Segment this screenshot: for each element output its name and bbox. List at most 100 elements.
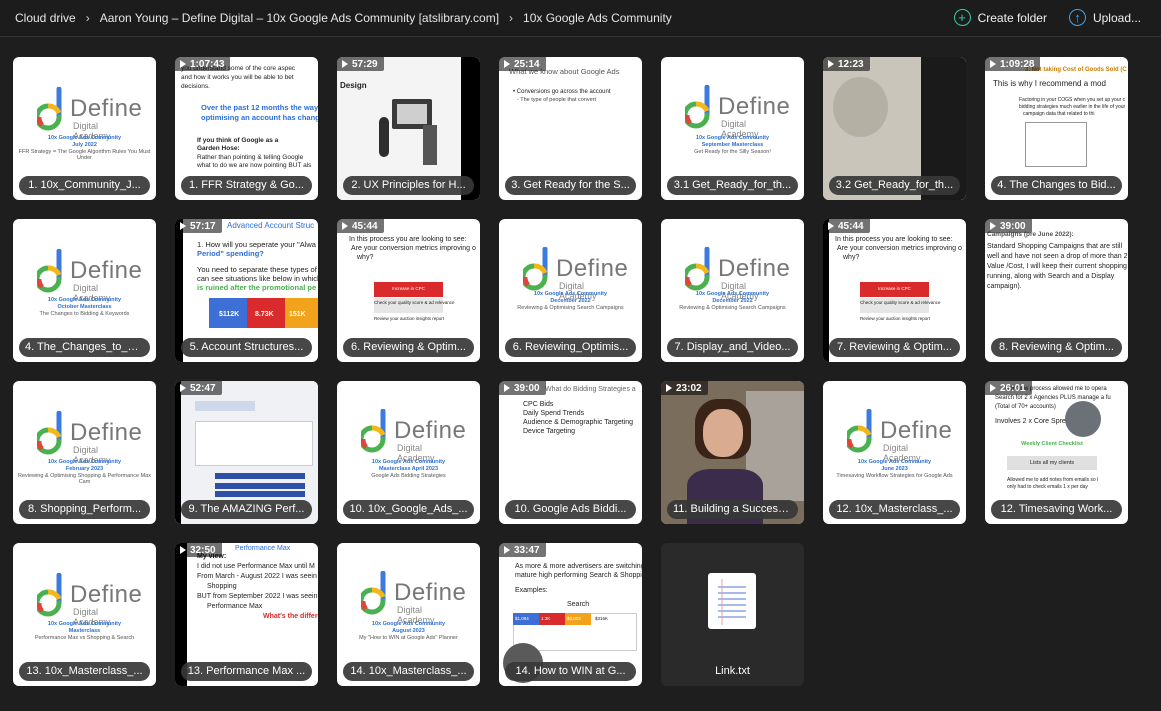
slide-caption: Masterclass April 2023 xyxy=(378,466,439,472)
file-tile[interactable]: Define Digital Academy 10x Google Ads Comm… xyxy=(499,219,642,362)
dashboard-header xyxy=(195,401,255,411)
file-tile[interactable]: Link.txt xyxy=(661,543,804,686)
file-tile[interactable]: Define Digital Academy 10x Google Ads Comm… xyxy=(337,543,480,686)
slide-caption: 10x Google Ads Community xyxy=(371,459,446,465)
dashboard-bar xyxy=(215,473,305,479)
slide-text: Garden Hose: xyxy=(197,145,240,152)
file-name: Link.txt xyxy=(715,665,750,677)
video-duration: 32:50 xyxy=(175,543,222,557)
text-file-icon xyxy=(708,573,756,629)
define-logo: Define Digital Academy xyxy=(37,573,142,627)
logo-wordmark: Define xyxy=(718,255,791,282)
video-duration: 45:44 xyxy=(337,219,384,233)
file-tile[interactable]: What do Bidding Strategies a CPC Bids Dail… xyxy=(499,381,642,524)
webcam-avatar xyxy=(1065,401,1101,437)
logo-wordmark: Define xyxy=(70,257,143,284)
slide-text: 1. How will you seperate your "Alwa xyxy=(197,240,316,249)
duration-text: 45:44 xyxy=(352,220,378,232)
slide-caption: Timesaving Workflow Strategies for Googl… xyxy=(836,473,953,479)
file-tile[interactable]: Define Digital Academy 10x Google Ads Comm… xyxy=(661,57,804,200)
dashboard-bar xyxy=(215,483,305,489)
slide-text: campaign data that related to thi xyxy=(1023,111,1095,117)
define-d-logo-icon xyxy=(37,249,62,293)
logo-wordmark: Define xyxy=(394,579,467,606)
file-tile[interactable]: Define Digital Academy 10x Google Ads Comm… xyxy=(13,543,156,686)
duration-text: 23:02 xyxy=(676,382,702,394)
file-tile[interactable]: Define Digital Academy 10x Google Ads Comm… xyxy=(823,381,966,524)
play-icon xyxy=(180,546,186,554)
slide-text: From March - August 2022 I was seein xyxy=(197,573,317,580)
file-tile[interactable]: Advanced Account Struc 1. How will you se… xyxy=(175,219,318,362)
file-tile[interactable]: In this process you are looking to see: A… xyxy=(823,219,966,362)
file-tile[interactable]: Performance MaxMy view:I did not use Per… xyxy=(175,543,318,686)
slide-caption: December 2022 xyxy=(712,298,753,304)
slide-text: • Conversions go across the account xyxy=(513,89,611,95)
file-name: 1. 10x_Community_J... xyxy=(19,176,150,195)
file-name: 11. Building a Success... xyxy=(667,500,798,519)
slide-text: Shopping xyxy=(207,583,237,590)
slide-text: optimising an account has changed. xyxy=(201,113,318,122)
slide-text: Daily Spend Trends xyxy=(523,410,585,417)
slide-text: can see situations like below in which xyxy=(197,274,318,283)
slide-text: Design xyxy=(340,81,367,90)
play-icon xyxy=(180,222,186,230)
file-tile[interactable]: you understand some of the core aspec and… xyxy=(175,57,318,200)
file-name: 13. 10x_Masterclass_... xyxy=(19,662,150,681)
slide-text: Are your conversion metrics improving o xyxy=(837,245,962,252)
slide-caption: December 2022 xyxy=(550,298,591,304)
duration-text: 57:29 xyxy=(352,58,378,70)
slide-text: Value /Cost, I will keep their current s… xyxy=(987,263,1127,270)
play-icon xyxy=(990,222,996,230)
slide-edge xyxy=(175,381,181,524)
duration-text: 33:47 xyxy=(514,544,540,556)
define-logo: Define Digital Academy xyxy=(37,87,142,141)
slide-caption: July 2022 xyxy=(72,142,97,148)
slide-text: As more & more advertisers are switching… xyxy=(515,563,642,570)
slide-text: Increase in CPC xyxy=(878,286,911,291)
file-tile[interactable]: workflow process allowed me to opera Sear… xyxy=(985,381,1128,524)
slide-text: Increase in CPC xyxy=(392,286,425,291)
slide-text: (Total of 70+ accounts) xyxy=(995,404,1056,410)
file-name: 13. Performance Max ... xyxy=(181,662,312,681)
file-tile[interactable]: Define Digital Academy 10x Google Ads Comm… xyxy=(661,219,804,362)
slide-text: Standard Shopping Campaigns that are sti… xyxy=(987,243,1123,250)
file-tile[interactable]: 52:47 9. The AMAZING Perf... xyxy=(175,381,318,524)
file-name: 14. 10x_Masterclass_... xyxy=(343,662,474,681)
file-tile[interactable]: Define Digital Academy 10x Google Ads Comm… xyxy=(13,381,156,524)
slide-caption: 10x Google Ads Community xyxy=(47,621,122,627)
define-logo: Define Digital Academy xyxy=(523,247,628,301)
file-tile[interactable]: Define Digital Academy 10x Google Ads Comm… xyxy=(337,381,480,524)
file-name: 5. Account Structures... xyxy=(181,338,312,357)
slide-text: This is why I recommend a mod xyxy=(993,79,1106,88)
slide-text: What do Bidding Strategies a xyxy=(545,386,636,393)
slide-caption: 10x Google Ads Community xyxy=(371,621,446,627)
duration-text: 39:00 xyxy=(1000,220,1026,232)
slide-text: what to do we are now pointing BUT als xyxy=(197,162,312,169)
file-tile[interactable]: Design 57:29 2. UX Principles for H... xyxy=(337,57,480,200)
slide-text: why? xyxy=(843,254,860,261)
file-tile[interactable]: Define Digital Academy 10x Google Ads Comm… xyxy=(13,57,156,200)
file-name: 12. Timesaving Work... xyxy=(991,500,1122,519)
slide-caption: The Changes to Bidding & Keywords xyxy=(39,311,130,317)
file-tile[interactable]: 12:23 3.2 Get_Ready_for_th... xyxy=(823,57,966,200)
file-tile[interactable]: Define Digital Academy 10x Google Ads Comm… xyxy=(13,219,156,362)
file-tile[interactable]: In this process you are looking to see: A… xyxy=(337,219,480,362)
logo-wordmark: Define xyxy=(70,419,143,446)
file-name: 4. The Changes to Bid... xyxy=(991,176,1122,195)
file-tile[interactable]: As more & more advertisers are switching… xyxy=(499,543,642,686)
slide-text: In this process you are looking to see: xyxy=(835,236,953,243)
slide-caption: Google Ads Bidding Strategies xyxy=(371,473,446,479)
define-d-logo-icon xyxy=(37,573,62,617)
file-tile[interactable]: 23:02 11. Building a Success... xyxy=(661,381,804,524)
slide-text: 151K xyxy=(289,311,306,318)
slide-text: $316K xyxy=(595,616,609,621)
file-tile[interactable]: 3. Not taking Cost of Goods Sold (C This … xyxy=(985,57,1128,200)
logo-wordmark: Define xyxy=(70,95,143,122)
file-tile[interactable]: Campaigns (pre June 2022): Standard Shopp… xyxy=(985,219,1128,362)
file-name: 3. Get Ready for the S... xyxy=(505,176,636,195)
file-tile[interactable]: What we know about Google Ads • Conversio… xyxy=(499,57,642,200)
slide-caption: Reviewing & Optimising Search Campaigns xyxy=(517,305,624,311)
file-name: 8. Shopping_Perform... xyxy=(19,500,150,519)
slide-text: Review your auction insights report xyxy=(374,316,445,321)
slide-text: $112K xyxy=(219,311,240,318)
